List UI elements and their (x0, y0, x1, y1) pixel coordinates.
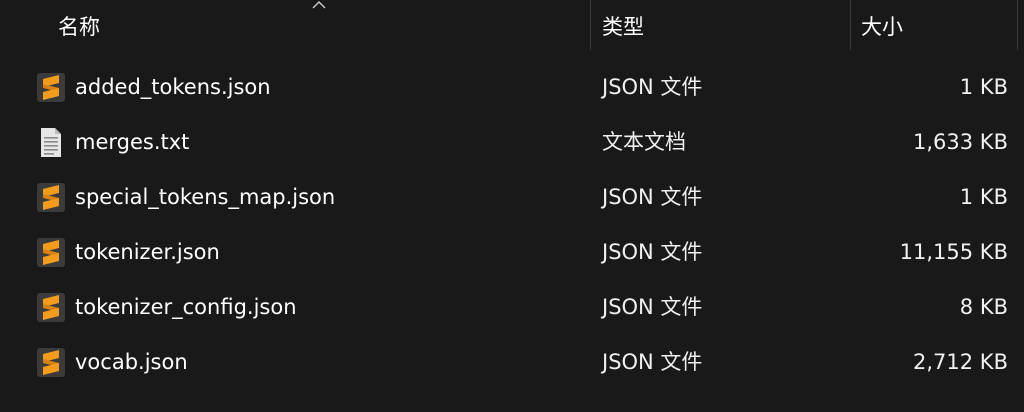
sublime-text-icon (37, 238, 65, 267)
sublime-text-icon (37, 348, 65, 377)
file-row[interactable]: tokenizer.json JSON 文件 11,155 KB (0, 225, 1024, 280)
file-list: added_tokens.json JSON 文件 1 KB merges.tx… (0, 60, 1024, 390)
text-file-icon (41, 128, 61, 157)
file-type: JSON 文件 (602, 185, 703, 209)
file-type: JSON 文件 (602, 295, 703, 319)
file-name: vocab.json (75, 350, 188, 374)
file-row[interactable]: special_tokens_map.json JSON 文件 1 KB (0, 170, 1024, 225)
file-size: 11,155 KB (899, 240, 1008, 264)
file-name: tokenizer_config.json (75, 295, 297, 319)
file-name: special_tokens_map.json (75, 185, 336, 209)
column-header-type[interactable]: 类型 (602, 0, 644, 50)
file-name: added_tokens.json (75, 75, 271, 99)
sublime-text-icon (37, 293, 65, 322)
column-divider[interactable] (850, 0, 851, 50)
file-type: JSON 文件 (602, 350, 703, 374)
file-row[interactable]: added_tokens.json JSON 文件 1 KB (0, 60, 1024, 115)
file-row[interactable]: merges.txt 文本文档 1,633 KB (0, 115, 1024, 170)
file-type: JSON 文件 (602, 240, 703, 264)
file-row[interactable]: vocab.json JSON 文件 2,712 KB (0, 335, 1024, 390)
file-type: 文本文档 (602, 130, 686, 154)
file-row[interactable]: tokenizer_config.json JSON 文件 8 KB (0, 280, 1024, 335)
column-header-name[interactable]: 名称 (58, 0, 100, 50)
file-size: 1,633 KB (913, 130, 1008, 154)
column-divider[interactable] (1017, 0, 1018, 50)
file-size: 1 KB (959, 185, 1008, 209)
sort-ascending-icon (312, 1, 326, 9)
sublime-text-icon (37, 73, 65, 102)
file-type: JSON 文件 (602, 75, 703, 99)
file-name: tokenizer.json (75, 240, 220, 264)
column-divider[interactable] (590, 0, 591, 50)
file-size: 8 KB (959, 295, 1008, 319)
file-name: merges.txt (75, 130, 190, 154)
column-header-bar: 名称 类型 大小 (0, 0, 1024, 50)
sublime-text-icon (37, 183, 65, 212)
file-size: 1 KB (959, 75, 1008, 99)
column-header-size[interactable]: 大小 (861, 0, 903, 50)
file-size: 2,712 KB (913, 350, 1008, 374)
